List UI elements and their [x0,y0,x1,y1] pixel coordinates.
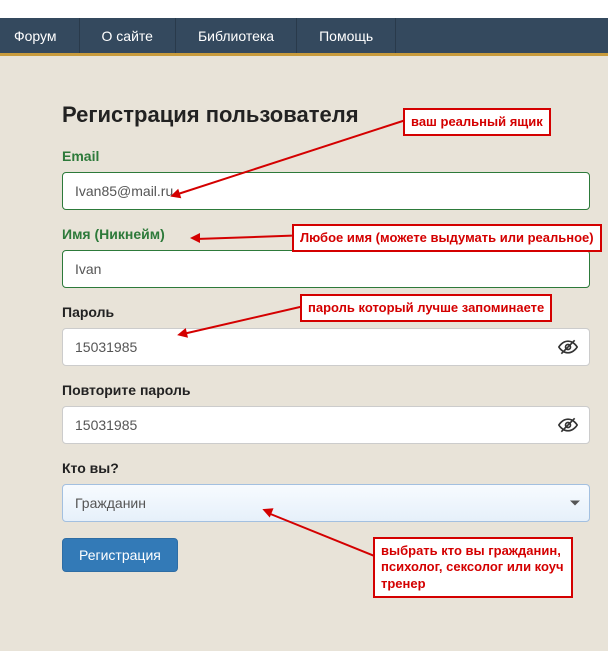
role-select[interactable]: Гражданин [62,484,590,522]
register-button[interactable]: Регистрация [62,538,178,572]
password-field[interactable] [62,328,590,366]
annotation-password: пароль который лучше запоминаете [300,294,552,322]
annotation-name: Любое имя (можете выдумать или реальное) [292,224,602,252]
email-field[interactable] [62,172,590,210]
nav-about[interactable]: О сайте [80,18,176,53]
annotation-name-arrow-icon [190,233,200,243]
annotation-email: ваш реальный ящик [403,108,551,136]
confirm-password-field[interactable] [62,406,590,444]
nav-forum[interactable]: Форум [0,18,80,53]
top-white-bar [0,0,608,18]
toggle-password-visibility-icon[interactable] [558,337,578,357]
nav-help[interactable]: Помощь [297,18,396,53]
confirm-password-label: Повторите пароль [62,382,590,398]
navbar: Форум О сайте Библиотека Помощь [0,18,608,56]
nav-library[interactable]: Библиотека [176,18,297,53]
confirm-password-group: Повторите пароль [62,382,590,444]
email-group: Email [62,148,590,210]
email-label: Email [62,148,590,164]
role-group: Кто вы? Гражданин [62,460,590,522]
annotation-role: выбрать кто вы гражданин, психолог, секс… [373,537,573,598]
name-field[interactable] [62,250,590,288]
toggle-confirm-password-visibility-icon[interactable] [558,415,578,435]
registration-form: Регистрация пользователя Email Имя (Никн… [62,102,590,572]
role-label: Кто вы? [62,460,590,476]
